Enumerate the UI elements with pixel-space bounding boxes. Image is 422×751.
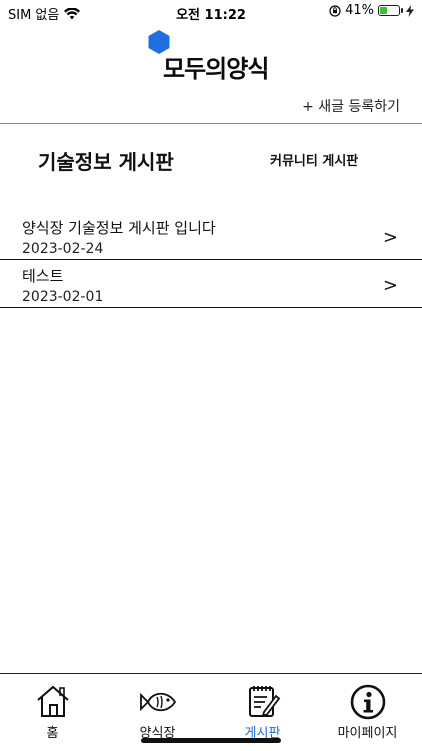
chevron-right-icon: >	[382, 227, 398, 248]
charging-icon	[406, 4, 414, 17]
tab-tech-info-board[interactable]: 기술정보 게시판	[38, 146, 174, 175]
chevron-right-icon: >	[382, 275, 398, 296]
battery-fill	[380, 7, 387, 14]
post-date: 2023-02-24	[22, 241, 104, 257]
tab-fish-farm[interactable]: 양식장	[105, 674, 210, 744]
status-bar: SIM 없음 오전 11:22 41%	[0, 0, 422, 24]
battery-icon	[378, 5, 403, 16]
post-title: 테스트	[22, 267, 64, 285]
new-post-button[interactable]: + 새글 등록하기	[302, 96, 400, 116]
fish-icon	[139, 692, 176, 712]
tab-home[interactable]: 홈	[0, 674, 105, 744]
post-list: 양식장 기술정보 게시판 입니다 2023-02-24 > 테스트 2023-0…	[0, 212, 422, 308]
home-icon	[36, 685, 69, 717]
post-list-item[interactable]: 테스트 2023-02-01 >	[0, 260, 422, 308]
tab-home-label: 홈	[46, 726, 59, 741]
tab-my-page-label: 마이페이지	[337, 726, 398, 741]
orientation-lock-icon	[329, 4, 341, 17]
notepad-icon	[248, 686, 280, 717]
logo-text: 모두의양식	[163, 55, 269, 83]
tab-board[interactable]: 게시판	[210, 674, 315, 744]
app-logo: 모두의양식	[148, 30, 288, 83]
post-list-item[interactable]: 양식장 기술정보 게시판 입니다 2023-02-24 >	[0, 212, 422, 260]
battery-percent: 41%	[345, 3, 374, 18]
post-date: 2023-02-01	[22, 289, 104, 305]
home-indicator	[141, 738, 281, 743]
tab-community-board[interactable]: 커뮤니티 게시판	[270, 150, 358, 169]
info-icon	[350, 684, 385, 720]
status-bar-right: 41%	[329, 3, 414, 18]
tab-my-page[interactable]: 마이페이지	[315, 674, 420, 744]
header-divider	[0, 123, 422, 124]
post-title: 양식장 기술정보 게시판 입니다	[22, 219, 216, 237]
